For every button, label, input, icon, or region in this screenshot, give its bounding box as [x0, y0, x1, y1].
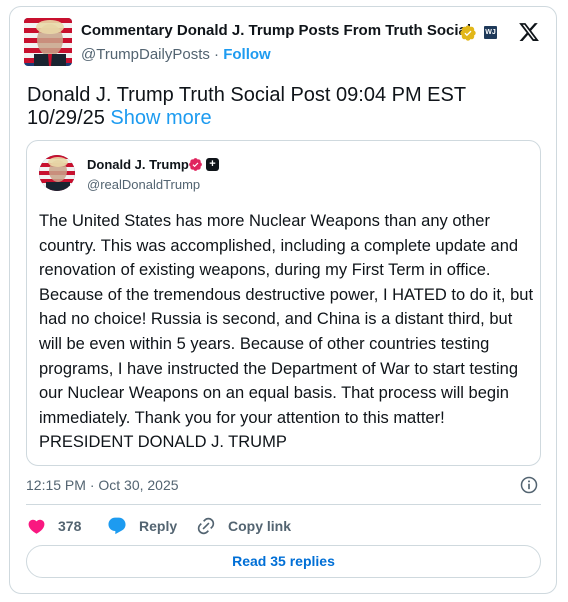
quoted-avatar[interactable]	[39, 155, 75, 191]
read-replies-button[interactable]: Read 35 replies	[26, 545, 541, 578]
separator-dot: ·	[209, 46, 224, 63]
quoted-handle[interactable]: @realDonaldTrump	[87, 177, 200, 192]
copy-link-button[interactable]: Copy link	[196, 515, 291, 537]
reply-bubble-icon	[108, 517, 126, 535]
like-count: 378	[58, 518, 82, 534]
post-text: Donald J. Trump Truth Social Post 09:04 …	[27, 84, 466, 129]
quoted-name[interactable]: Donald J. Trump	[87, 157, 189, 172]
show-more-link[interactable]: Show more	[110, 107, 211, 129]
heart-icon	[28, 519, 45, 534]
affiliation-plus-icon: +	[206, 158, 219, 171]
account-name[interactable]: Commentary Donald J. Trump Posts From Tr…	[81, 22, 471, 39]
account-handle-line: @TrumpDailyPosts · Follow	[81, 46, 271, 63]
link-icon	[197, 517, 215, 535]
post-text-block: Donald J. Trump Truth Social Post 09:04 …	[27, 84, 527, 130]
reply-label: Reply	[139, 518, 178, 534]
follow-button[interactable]: Follow	[223, 46, 271, 63]
account-avatar-image	[24, 18, 72, 66]
x-logo-icon[interactable]	[518, 21, 540, 43]
action-divider	[26, 504, 541, 505]
account-handle[interactable]: @TrumpDailyPosts	[81, 46, 210, 63]
quoted-avatar-image	[39, 155, 75, 191]
reply-button[interactable]: Reply	[107, 515, 177, 537]
copy-link-label: Copy link	[228, 518, 292, 534]
post-timestamp[interactable]: 12:15 PM · Oct 30, 2025	[26, 477, 179, 493]
verified-pink-icon	[189, 158, 202, 171]
verified-gold-icon	[460, 25, 476, 41]
like-button[interactable]: 378	[27, 515, 81, 537]
info-icon[interactable]	[519, 475, 539, 495]
quoted-body-text: The United States has more Nuclear Weapo…	[39, 212, 534, 452]
affiliate-badge: WJ	[484, 26, 497, 39]
account-avatar[interactable]	[24, 18, 72, 66]
